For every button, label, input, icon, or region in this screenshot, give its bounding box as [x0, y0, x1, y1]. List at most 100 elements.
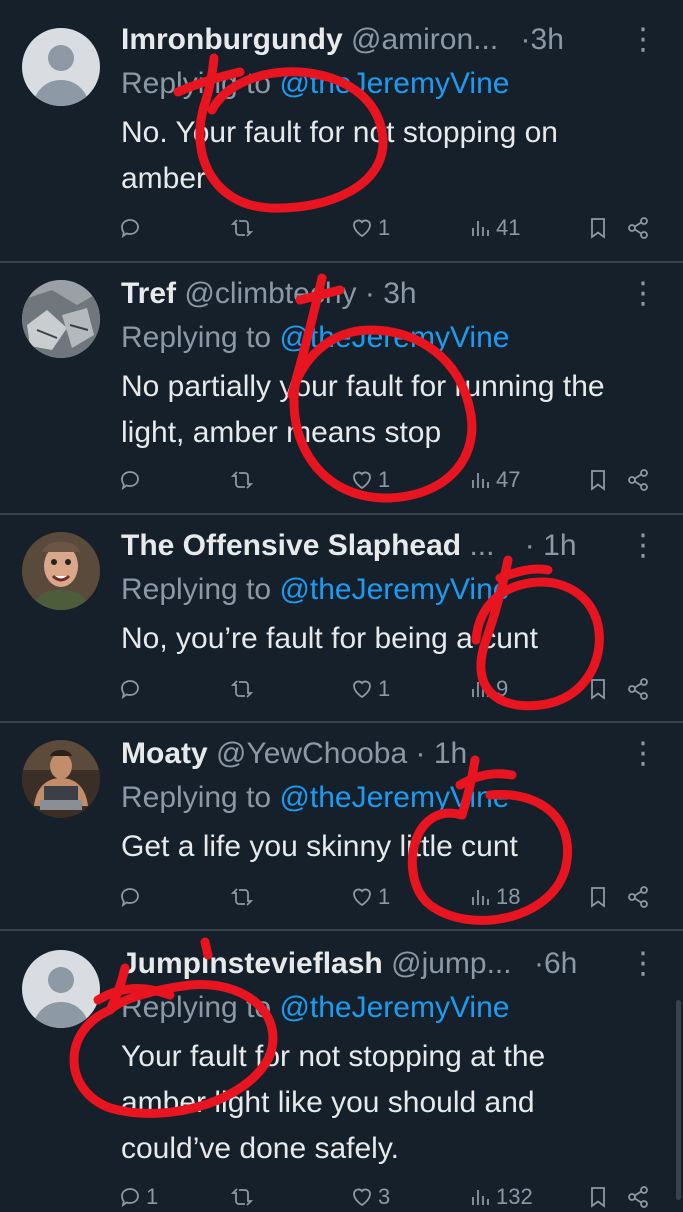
retweet-icon: [230, 888, 254, 906]
avatar[interactable]: [22, 950, 100, 1028]
share-button[interactable]: [626, 1182, 650, 1212]
like-button[interactable]: 3: [350, 1182, 390, 1212]
views-button[interactable]: 47: [468, 465, 520, 495]
timestamp[interactable]: 3h: [383, 277, 416, 310]
more-icon[interactable]: ⋮: [628, 944, 658, 984]
user-handle[interactable]: @jump...: [391, 947, 511, 980]
share-button[interactable]: [626, 674, 650, 704]
like-button[interactable]: 1: [350, 213, 390, 243]
replying-label: Replying to: [121, 321, 280, 354]
retweet-button[interactable]: [230, 674, 258, 704]
tweet-text: No. Your fault for not stopping on amber: [121, 116, 558, 195]
retweet-button[interactable]: [230, 213, 258, 243]
timestamp[interactable]: 1h: [434, 737, 467, 770]
display-name[interactable]: Tref: [121, 277, 176, 310]
tweet-actions: 1 41: [0, 213, 683, 243]
user-handle[interactable]: @amiron...: [351, 23, 498, 56]
reply-icon: [121, 219, 139, 239]
user-handle[interactable]: @climbtechy: [184, 277, 356, 310]
reply-button[interactable]: [118, 674, 146, 704]
like-button[interactable]: 1: [350, 674, 390, 704]
mention-link[interactable]: @theJeremyVine: [279, 991, 509, 1024]
views-button[interactable]: 18: [468, 882, 520, 912]
reply-button[interactable]: [118, 465, 146, 495]
mention-link[interactable]: @theJeremyVine: [279, 573, 509, 606]
bookmark-icon: [591, 679, 605, 700]
tweet[interactable]: The Offensive Slaphead ... · 1h ⋮ Replyi…: [0, 514, 683, 722]
reply-icon: [121, 471, 139, 491]
user-handle[interactable]: @YewChooba: [216, 737, 407, 770]
views-button[interactable]: 41: [468, 213, 520, 243]
separator-dot: ·: [415, 737, 426, 770]
reply-icon: [121, 888, 139, 908]
default-avatar-icon: [32, 45, 90, 106]
mention-link[interactable]: @theJeremyVine: [279, 321, 509, 354]
tweet-header: Jumpinstevieflash @jump... ·6h: [121, 944, 683, 984]
display-name[interactable]: The Offensive Slaphead: [121, 529, 461, 562]
person-photo-avatar: [22, 740, 100, 818]
share-button[interactable]: [626, 213, 650, 243]
timestamp[interactable]: 1h: [543, 529, 576, 562]
retweet-button[interactable]: [230, 465, 258, 495]
like-icon: [353, 680, 371, 699]
share-button[interactable]: [626, 882, 650, 912]
tweet-header: The Offensive Slaphead ... · 1h: [121, 526, 683, 566]
views-icon: [472, 221, 489, 236]
replying-to: Replying to @theJeremyVine: [121, 778, 509, 818]
user-handle[interactable]: ...: [469, 529, 494, 562]
tweet[interactable]: Tref @climbtechy · 3h ⋮ Replying to @the…: [0, 262, 683, 514]
more-icon[interactable]: ⋮: [628, 526, 658, 566]
more-icon[interactable]: ⋮: [628, 274, 658, 314]
tweet-header: Moaty @YewChooba · 1h: [121, 734, 683, 774]
more-icon[interactable]: ⋮: [628, 734, 658, 774]
mention-link[interactable]: @theJeremyVine: [279, 67, 509, 100]
mention-link[interactable]: @theJeremyVine: [279, 781, 509, 814]
bookmark-button[interactable]: [586, 1182, 610, 1212]
bookmark-button[interactable]: [586, 213, 610, 243]
display-name[interactable]: Moaty: [121, 737, 208, 770]
avatar[interactable]: [22, 532, 100, 610]
tweet-text: Your fault for not stopping at the amber…: [121, 1040, 546, 1165]
replying-label: Replying to: [121, 67, 280, 100]
timestamp[interactable]: 3h: [531, 23, 564, 56]
display-name[interactable]: Imronburgundy: [121, 23, 343, 56]
share-button[interactable]: [626, 465, 650, 495]
views-button[interactable]: 9: [468, 674, 508, 704]
like-button[interactable]: 1: [350, 882, 390, 912]
tweet-actions: 1 18: [0, 882, 683, 912]
replying-label: Replying to: [121, 991, 280, 1024]
tweet[interactable]: Moaty @YewChooba · 1h ⋮ Replying to @the…: [0, 722, 683, 930]
views-icon: [472, 473, 489, 488]
like-icon: [353, 888, 371, 907]
like-button[interactable]: 1: [350, 465, 390, 495]
bookmark-button[interactable]: [586, 674, 610, 704]
more-icon[interactable]: ⋮: [628, 20, 658, 60]
avatar[interactable]: [22, 280, 100, 358]
share-icon: [628, 1186, 648, 1208]
scrollbar[interactable]: [676, 1000, 681, 1200]
avatar[interactable]: [22, 740, 100, 818]
tweet-header: Imronburgundy @amiron... ·3h: [121, 20, 683, 60]
bookmark-icon: [591, 218, 605, 239]
retweet-button[interactable]: [230, 1182, 258, 1212]
bookmark-button[interactable]: [586, 882, 610, 912]
views-button[interactable]: 132: [468, 1182, 533, 1212]
retweet-icon: [230, 219, 254, 237]
tweet[interactable]: Imronburgundy @amiron... ·3h ⋮ Replying …: [0, 0, 683, 262]
reply-button[interactable]: [118, 882, 146, 912]
reply-icon: [121, 680, 139, 700]
retweet-button[interactable]: [230, 882, 258, 912]
replying-to: Replying to @theJeremyVine: [121, 64, 509, 104]
tweet-header: Tref @climbtechy · 3h: [121, 274, 683, 314]
reply-button[interactable]: 1: [118, 1182, 158, 1212]
avatar[interactable]: [22, 28, 100, 106]
tweet[interactable]: Jumpinstevieflash @jump... ·6h ⋮ Replyin…: [0, 930, 683, 1209]
timestamp[interactable]: 6h: [544, 947, 577, 980]
display-name[interactable]: Jumpinstevieflash: [121, 947, 383, 980]
bookmark-button[interactable]: [586, 465, 610, 495]
reply-button[interactable]: [118, 213, 146, 243]
tweet-text: Get a life you skinny little cunt: [121, 830, 518, 863]
tweet-actions: 1 47: [0, 465, 683, 495]
separator-dot: ·: [364, 277, 375, 310]
separator-dot: ·: [520, 23, 531, 56]
